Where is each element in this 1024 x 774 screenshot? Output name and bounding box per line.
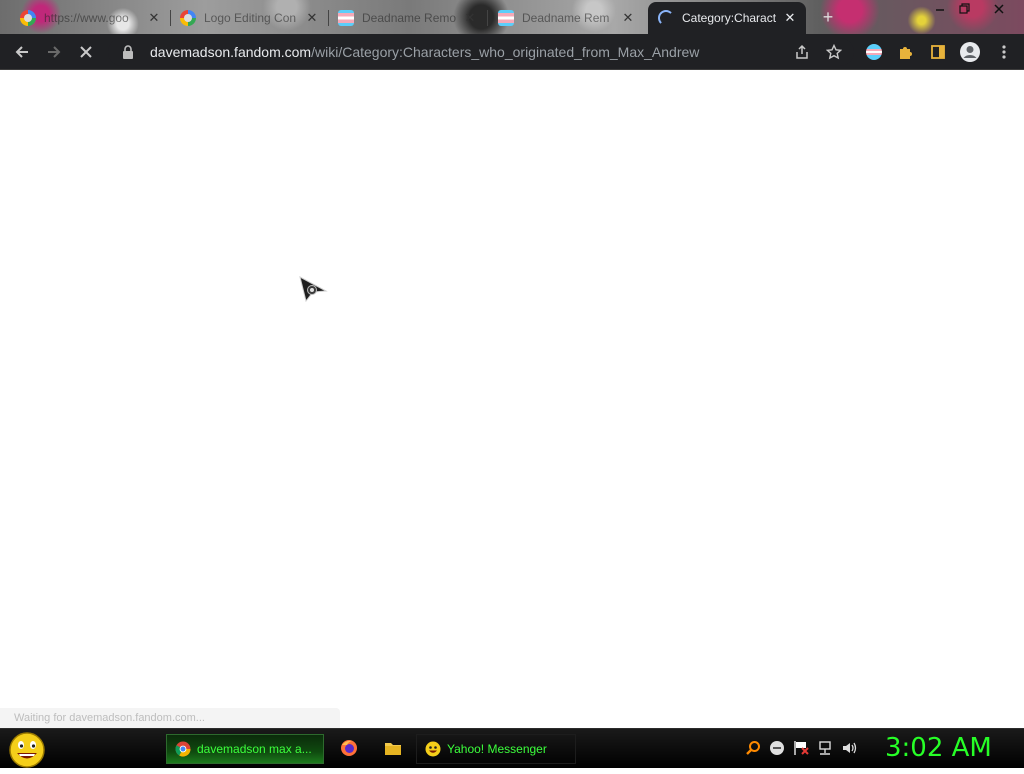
tab-3[interactable]: Deadname Remo ✕: [328, 4, 486, 32]
start-button-smiley-icon[interactable]: [8, 731, 46, 769]
loading-spinner-icon: [658, 10, 674, 26]
side-panel-icon[interactable]: [924, 38, 952, 66]
tab-1[interactable]: https://www.goo ✕: [10, 4, 170, 32]
google-icon: [180, 10, 196, 26]
back-icon[interactable]: [8, 38, 36, 66]
url-text: davemadson.fandom.com/wiki/Category:Char…: [150, 44, 699, 60]
address-bar[interactable]: davemadson.fandom.com/wiki/Category:Char…: [108, 38, 854, 66]
taskbar-clock[interactable]: 3:02 AM: [885, 733, 992, 763]
volume-icon[interactable]: [841, 740, 857, 756]
close-icon[interactable]: ✕: [462, 10, 478, 26]
new-tab-button[interactable]: +: [818, 7, 838, 27]
close-icon[interactable]: ✕: [304, 10, 320, 26]
tab-title: Deadname Remo: [362, 11, 457, 25]
tab-strip: https://www.goo ✕ Logo Editing Con ✕ Dea…: [0, 0, 1024, 34]
restore-icon[interactable]: [950, 0, 980, 18]
stop-loading-icon[interactable]: [72, 38, 100, 66]
taskbar: davemadson max a... Yahoo! Messenger 3:0…: [0, 728, 1024, 768]
browser-toolbar: davemadson.fandom.com/wiki/Category:Char…: [0, 34, 1024, 70]
share-icon[interactable]: [792, 42, 812, 62]
google-icon: [20, 10, 36, 26]
lock-icon[interactable]: [120, 44, 136, 60]
search-icon[interactable]: [745, 740, 761, 756]
tab-title: https://www.goo: [44, 11, 129, 25]
firefox-icon[interactable]: [340, 739, 358, 757]
task-label: davemadson max a...: [197, 742, 312, 756]
profile-icon[interactable]: [956, 38, 984, 66]
extension-flag-icon[interactable]: [860, 38, 888, 66]
tab-title: Logo Editing Con: [204, 11, 297, 25]
tab-title: Category:Charact: [682, 11, 777, 25]
tab-5-active[interactable]: Category:Charact ✕: [648, 2, 806, 34]
trans-flag-icon: [338, 10, 354, 26]
url-host: davemadson.fandom.com: [150, 44, 312, 60]
page-viewport[interactable]: Waiting for davemadson.fandom.com...: [0, 70, 1024, 728]
task-label: Yahoo! Messenger: [447, 742, 547, 756]
tab-4[interactable]: Deadname Rem ✕: [488, 4, 644, 32]
bookmark-star-icon[interactable]: [824, 42, 844, 62]
menu-icon[interactable]: [990, 38, 1018, 66]
forward-icon[interactable]: [40, 38, 68, 66]
puzzle-extensions-icon[interactable]: [892, 38, 920, 66]
status-bubble: Waiting for davemadson.fandom.com...: [0, 708, 340, 728]
taskbar-item-yahoo-messenger[interactable]: Yahoo! Messenger: [416, 734, 576, 764]
folder-icon[interactable]: [384, 739, 402, 757]
url-path: /wiki/Category:Characters_who_originated…: [311, 44, 700, 60]
chrome-icon: [175, 741, 191, 757]
action-center-flag-icon[interactable]: [793, 740, 809, 756]
close-icon[interactable]: ✕: [782, 10, 798, 26]
tab-title: Deadname Rem: [522, 11, 610, 25]
close-window-icon[interactable]: [984, 0, 1014, 18]
tab-2[interactable]: Logo Editing Con ✕: [170, 4, 328, 32]
busy-cursor-icon: [298, 275, 328, 305]
taskbar-item-chrome[interactable]: davemadson max a...: [166, 734, 324, 764]
network-icon[interactable]: [817, 740, 833, 756]
close-icon[interactable]: ✕: [620, 10, 636, 26]
yahoo-messenger-icon: [425, 741, 441, 757]
close-icon[interactable]: ✕: [146, 10, 162, 26]
messenger-status-icon[interactable]: [769, 740, 785, 756]
trans-flag-icon: [498, 10, 514, 26]
